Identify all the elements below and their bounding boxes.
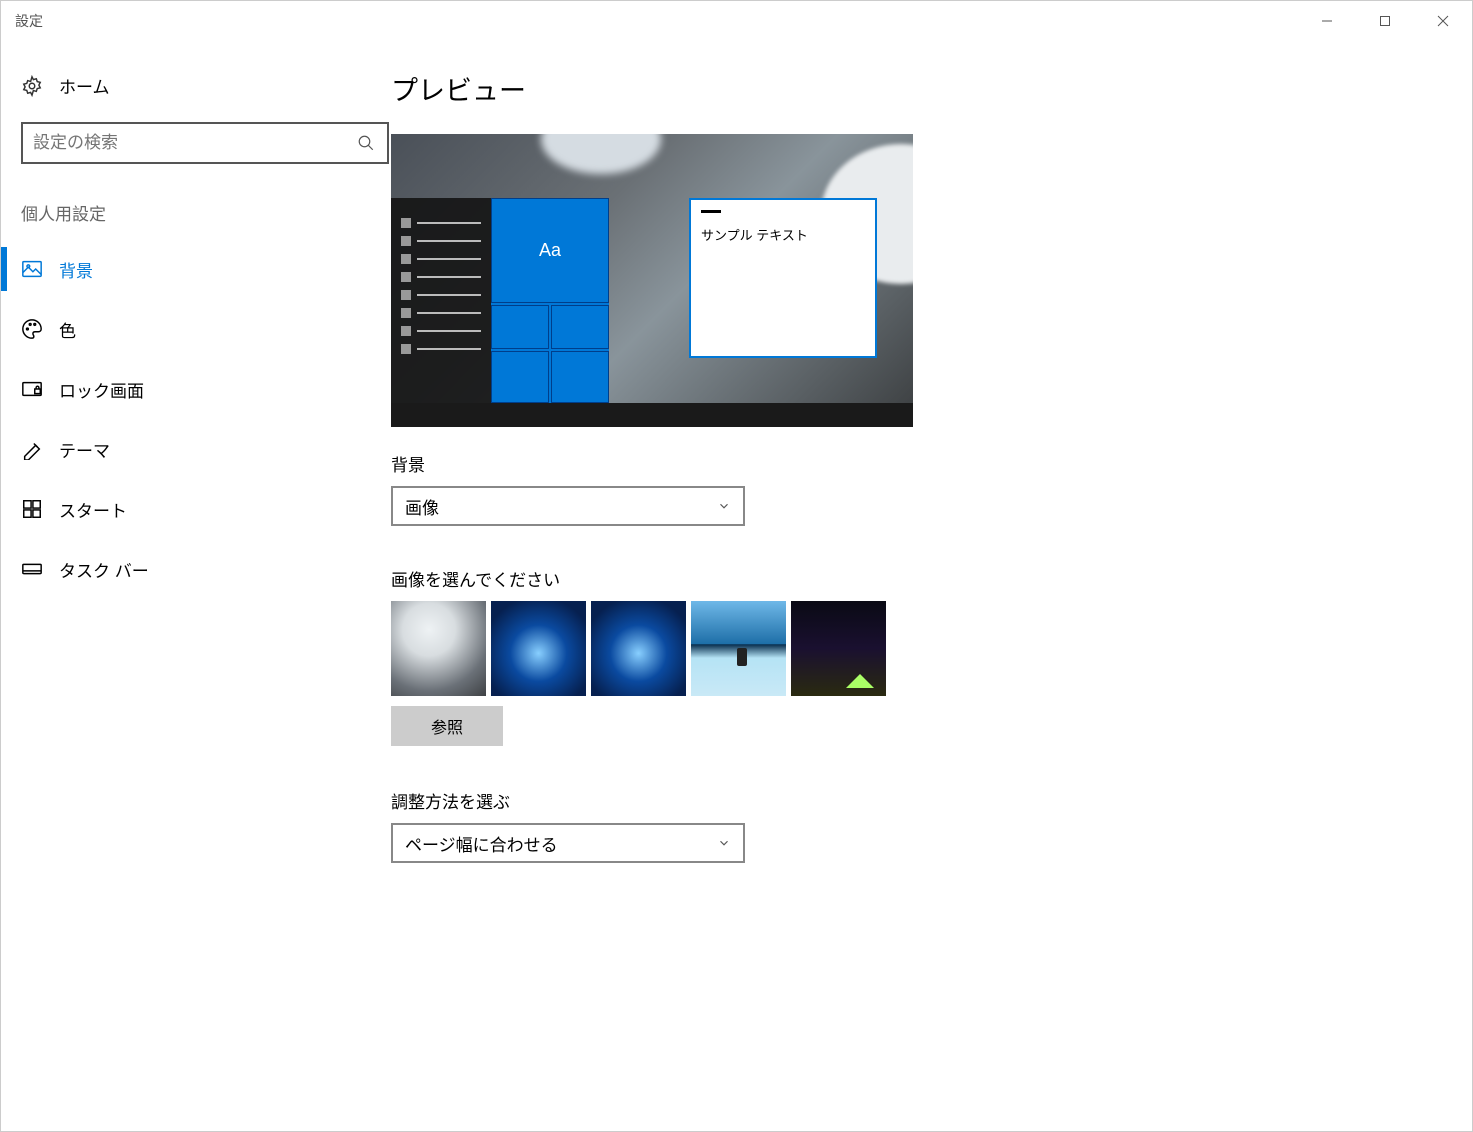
preview-sample-text: サンプル テキスト bbox=[701, 225, 865, 244]
page-title: プレビュー bbox=[391, 69, 1432, 108]
window-controls bbox=[1298, 1, 1472, 41]
search-box[interactable] bbox=[21, 122, 389, 164]
sidebar-item-taskbar[interactable]: タスク バー bbox=[1, 539, 391, 599]
sidebar-item-colors[interactable]: 色 bbox=[1, 299, 391, 359]
taskbar-icon bbox=[21, 558, 43, 580]
lock-screen-icon bbox=[21, 378, 43, 400]
image-thumbnail[interactable] bbox=[691, 601, 786, 696]
chevron-down-icon bbox=[717, 836, 731, 850]
sidebar-item-label: 背景 bbox=[59, 257, 93, 282]
close-icon bbox=[1437, 15, 1449, 27]
maximize-icon bbox=[1379, 15, 1391, 27]
home-label: ホーム bbox=[59, 73, 110, 98]
preview-accent-bar bbox=[701, 210, 721, 213]
fit-method-label: 調整方法を選ぶ bbox=[391, 788, 1432, 813]
sidebar-item-label: スタート bbox=[59, 497, 127, 522]
sidebar-item-background[interactable]: 背景 bbox=[1, 239, 391, 299]
sidebar-item-label: 色 bbox=[59, 317, 76, 342]
sidebar-item-start[interactable]: スタート bbox=[1, 479, 391, 539]
minimize-button[interactable] bbox=[1298, 1, 1356, 41]
home-button[interactable]: ホーム bbox=[1, 63, 391, 108]
window-title: 設定 bbox=[15, 11, 43, 31]
sidebar: ホーム 個人用設定 背景 色 ロック画面 bbox=[1, 41, 391, 1131]
theme-icon bbox=[21, 438, 43, 460]
preview-start-menu: Aa bbox=[391, 198, 609, 403]
close-button[interactable] bbox=[1414, 1, 1472, 41]
desktop-preview: Aa サンプル テキスト bbox=[391, 134, 913, 427]
sidebar-item-label: テーマ bbox=[59, 437, 110, 462]
background-section-label: 背景 bbox=[391, 451, 1432, 476]
chevron-down-icon bbox=[717, 499, 731, 513]
image-thumbnail[interactable] bbox=[391, 601, 486, 696]
choose-image-label: 画像を選んでください bbox=[391, 566, 1432, 591]
background-type-dropdown[interactable]: 画像 bbox=[391, 486, 745, 526]
fit-method-dropdown[interactable]: ページ幅に合わせる bbox=[391, 823, 745, 863]
palette-icon bbox=[21, 318, 43, 340]
titlebar: 設定 bbox=[1, 1, 1472, 41]
minimize-icon bbox=[1321, 15, 1333, 27]
dropdown-value: 画像 bbox=[405, 494, 439, 519]
sidebar-item-label: タスク バー bbox=[59, 557, 149, 582]
gear-icon bbox=[21, 75, 43, 97]
category-title: 個人用設定 bbox=[21, 200, 391, 225]
browse-button[interactable]: 参照 bbox=[391, 706, 503, 746]
maximize-button[interactable] bbox=[1356, 1, 1414, 41]
image-thumbnail-row bbox=[391, 601, 1432, 696]
preview-bg-blob bbox=[541, 134, 661, 174]
preview-taskbar bbox=[391, 403, 913, 427]
sidebar-item-label: ロック画面 bbox=[59, 377, 144, 402]
picture-icon bbox=[21, 258, 43, 280]
search-icon bbox=[357, 134, 377, 152]
dropdown-value: ページ幅に合わせる bbox=[405, 831, 558, 856]
sidebar-item-themes[interactable]: テーマ bbox=[1, 419, 391, 479]
search-input[interactable] bbox=[33, 133, 357, 153]
image-thumbnail[interactable] bbox=[591, 601, 686, 696]
image-thumbnail[interactable] bbox=[791, 601, 886, 696]
main-content: プレビュー Aa bbox=[391, 41, 1472, 1131]
preview-window: サンプル テキスト bbox=[689, 198, 877, 358]
image-thumbnail[interactable] bbox=[491, 601, 586, 696]
sidebar-item-lockscreen[interactable]: ロック画面 bbox=[1, 359, 391, 419]
start-icon bbox=[21, 498, 43, 520]
